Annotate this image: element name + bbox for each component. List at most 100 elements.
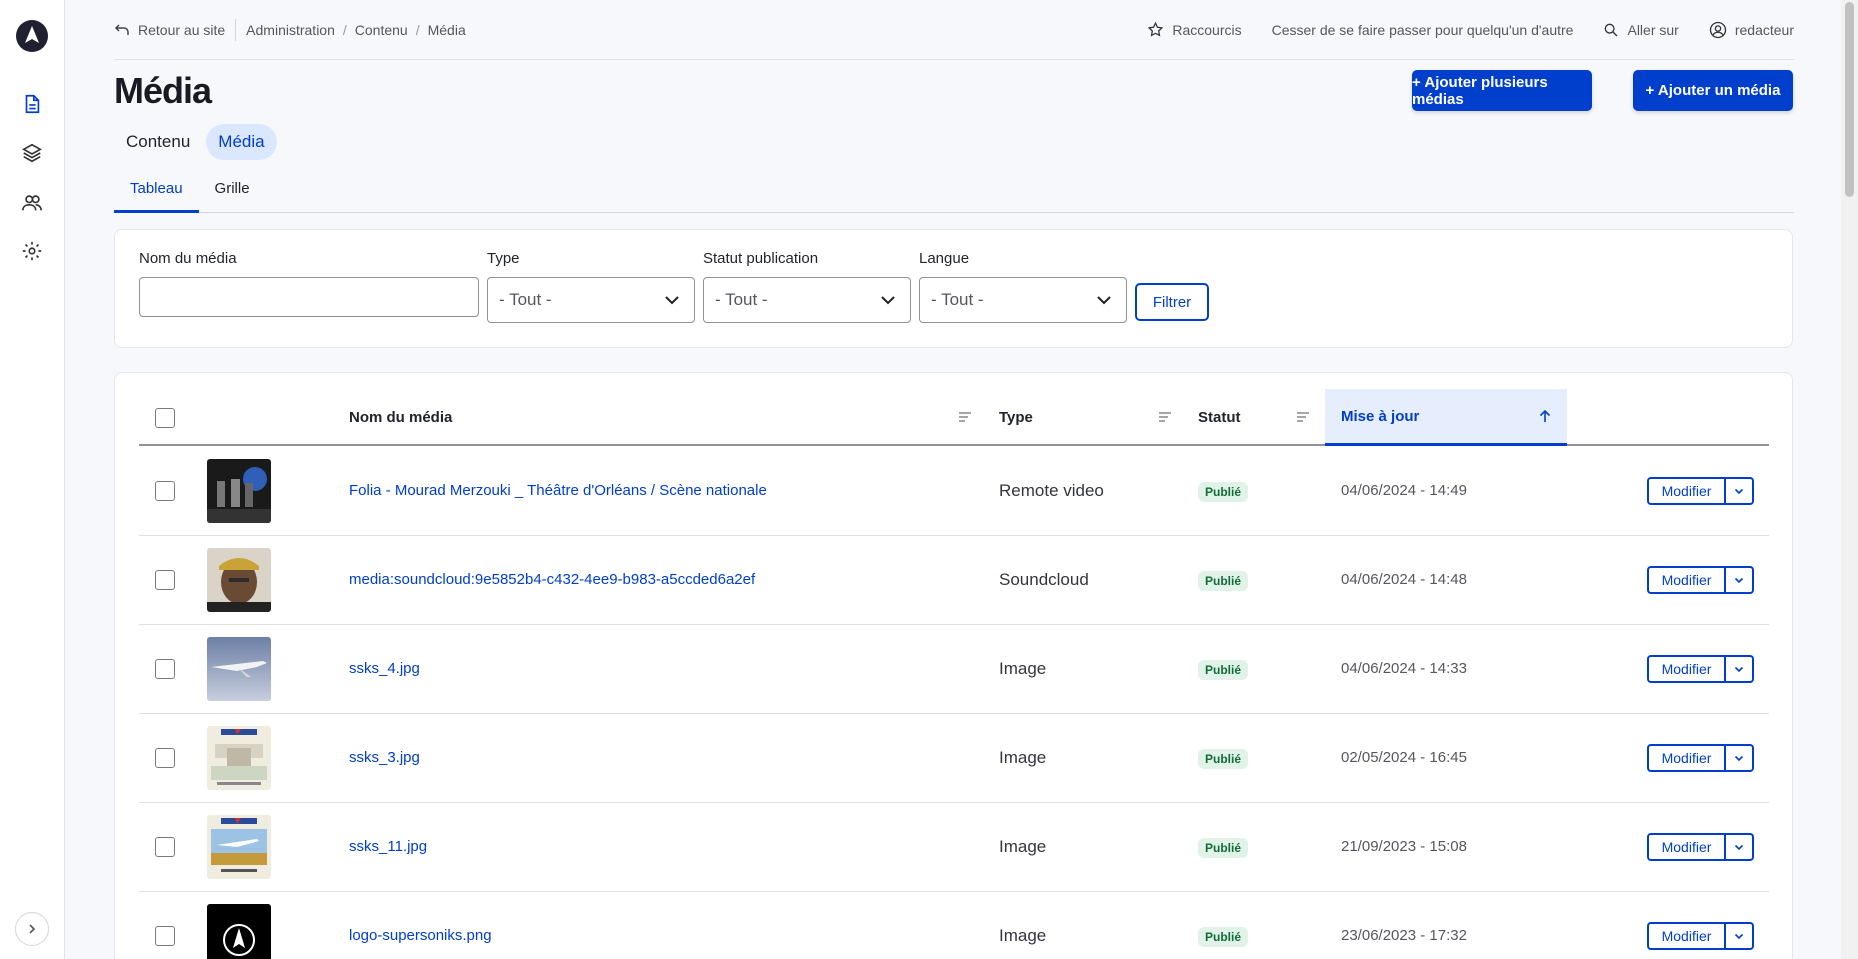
table-row: ssks_11.jpg Image Publié 21/09/2023 - 15… — [139, 803, 1769, 892]
expand-sidebar-button[interactable] — [15, 912, 49, 946]
tab-tableau[interactable]: Tableau — [114, 170, 199, 213]
chevron-down-icon — [1734, 666, 1744, 673]
row-checkbox[interactable] — [155, 926, 175, 946]
table-row: logo-supersoniks.png Image Publié 23/06/… — [139, 892, 1769, 959]
user-menu-button[interactable]: redacteur — [1709, 21, 1794, 39]
row-checkbox[interactable] — [155, 570, 175, 590]
more-actions-toggle[interactable] — [1726, 655, 1754, 683]
primary-tabs: Contenu Média — [114, 124, 277, 160]
media-name-link[interactable]: ssks_3.jpg — [349, 749, 420, 766]
column-type-label: Type — [999, 409, 1033, 426]
media-name-link[interactable]: logo-supersoniks.png — [349, 927, 492, 944]
shortcuts-button[interactable]: Raccourcis — [1147, 21, 1242, 38]
row-checkbox[interactable] — [155, 481, 175, 501]
sort-ascending-arrow-icon — [1539, 409, 1551, 422]
media-thumbnail[interactable] — [207, 459, 271, 523]
media-name-filter-input[interactable] — [139, 277, 479, 317]
media-name-filter-label: Nom du média — [139, 250, 237, 267]
media-thumbnail[interactable] — [207, 637, 271, 701]
media-thumbnail[interactable] — [207, 815, 271, 879]
row-actions: Modifier — [1647, 833, 1754, 861]
breadcrumb-contenu[interactable]: Contenu — [355, 22, 408, 38]
media-table: Nom du média Type Statut Mise à jour Fol… — [114, 372, 1793, 959]
edit-button[interactable]: Modifier — [1647, 833, 1726, 861]
settings-gear-icon[interactable] — [20, 239, 44, 263]
status-filter-label: Statut publication — [703, 250, 819, 267]
scrollbar-thumb[interactable] — [1845, 2, 1854, 197]
people-icon[interactable] — [20, 191, 44, 215]
media-name-link[interactable]: Folia - Mourad Merzouki _ Théâtre d'Orlé… — [349, 482, 767, 499]
status-badge: Publié — [1198, 571, 1249, 591]
more-actions-toggle[interactable] — [1726, 566, 1754, 594]
filter-form: Nom du média Type - Tout - Statut public… — [114, 229, 1793, 348]
tab-media[interactable]: Média — [206, 124, 277, 160]
column-header-status[interactable]: Statut — [1198, 389, 1241, 446]
chevron-down-icon — [1734, 844, 1744, 851]
updated-date: 02/05/2024 - 16:45 — [1341, 749, 1467, 766]
more-actions-toggle[interactable] — [1726, 477, 1754, 505]
goto-label: Aller sur — [1627, 21, 1679, 38]
chevron-down-icon — [1097, 296, 1111, 305]
table-row: ssks_4.jpg Image Publié 04/06/2024 - 14:… — [139, 625, 1769, 714]
media-name-link[interactable]: ssks_11.jpg — [349, 838, 427, 855]
add-media-button[interactable]: + Ajouter un média — [1633, 70, 1793, 111]
media-thumbnail[interactable] — [207, 548, 271, 612]
structure-icon[interactable] — [20, 141, 44, 165]
type-filter-select[interactable]: - Tout - — [487, 277, 695, 323]
user-name: redacteur — [1734, 21, 1794, 38]
select-all-checkbox[interactable] — [155, 407, 175, 428]
updated-date: 04/06/2024 - 14:33 — [1341, 660, 1467, 677]
search-icon — [1605, 23, 1618, 36]
sort-lines-icon[interactable] — [1295, 409, 1311, 425]
add-multiple-media-button[interactable]: + Ajouter plusieurs médias — [1412, 70, 1592, 111]
more-actions-toggle[interactable] — [1726, 833, 1754, 861]
table-row: media:soundcloud:9e5852b4-c432-4ee9-b983… — [139, 536, 1769, 625]
type-filter-label: Type — [487, 250, 520, 267]
sort-lines-icon[interactable] — [1157, 409, 1173, 425]
edit-button[interactable]: Modifier — [1647, 566, 1726, 594]
filter-submit-button[interactable]: Filtrer — [1135, 283, 1209, 321]
media-name-link[interactable]: ssks_4.jpg — [349, 660, 420, 677]
edit-button[interactable]: Modifier — [1647, 744, 1726, 772]
column-header-name[interactable]: Nom du média — [349, 389, 452, 446]
row-checkbox[interactable] — [155, 837, 175, 857]
media-type: Image — [999, 926, 1047, 945]
media-name-link[interactable]: media:soundcloud:9e5852b4-c432-4ee9-b983… — [349, 571, 755, 588]
breadcrumb-separator: / — [415, 21, 420, 38]
media-type: Remote video — [999, 481, 1104, 500]
breadcrumb-administration[interactable]: Administration — [246, 22, 335, 38]
media-type: Image — [999, 659, 1047, 678]
tab-grille[interactable]: Grille — [199, 170, 266, 213]
site-logo[interactable] — [16, 20, 48, 52]
media-thumbnail[interactable] — [207, 726, 271, 790]
table-row: Folia - Mourad Merzouki _ Théâtre d'Orlé… — [139, 447, 1769, 536]
edit-button[interactable]: Modifier — [1647, 477, 1726, 505]
column-header-updated[interactable]: Mise à jour — [1325, 389, 1567, 446]
more-actions-toggle[interactable] — [1726, 922, 1754, 950]
table-row: ssks_3.jpg Image Publié 02/05/2024 - 16:… — [139, 714, 1769, 803]
row-checkbox[interactable] — [155, 659, 175, 679]
content-icon[interactable] — [20, 92, 44, 116]
updated-date: 23/06/2023 - 17:32 — [1341, 927, 1467, 944]
language-filter-select[interactable]: - Tout - — [919, 277, 1127, 323]
breadcrumb-media: Média — [427, 21, 466, 38]
stop-impersonation-link[interactable]: Cesser de se faire passer pour quelqu'un… — [1272, 22, 1574, 38]
more-actions-toggle[interactable] — [1726, 744, 1754, 772]
media-type: Image — [999, 748, 1047, 767]
back-to-site-link[interactable]: Retour au site — [114, 22, 225, 38]
row-checkbox[interactable] — [155, 748, 175, 768]
row-actions: Modifier — [1647, 566, 1754, 594]
tab-contenu[interactable]: Contenu — [114, 124, 202, 160]
column-header-type[interactable]: Type — [999, 389, 1033, 446]
chevron-down-icon — [881, 296, 895, 305]
media-thumbnail[interactable] — [207, 904, 271, 959]
shortcuts-label: Raccourcis — [1172, 21, 1242, 38]
status-filter-select[interactable]: - Tout - — [703, 277, 911, 323]
edit-button[interactable]: Modifier — [1647, 655, 1726, 683]
sort-lines-icon[interactable] — [957, 409, 973, 425]
toolbar-divider — [235, 18, 237, 41]
edit-button[interactable]: Modifier — [1647, 922, 1726, 950]
row-actions: Modifier — [1647, 477, 1754, 505]
goto-button[interactable]: Aller sur — [1603, 21, 1679, 38]
page-scrollbar[interactable] — [1841, 0, 1858, 959]
